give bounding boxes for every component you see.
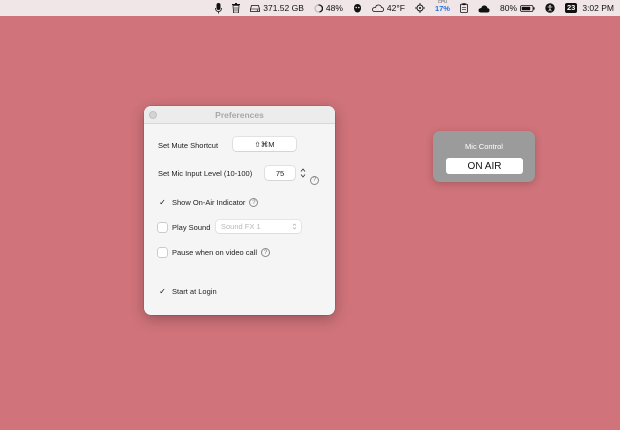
mute-shortcut-field[interactable]: ⇧⌘M	[233, 137, 296, 151]
show-onair-label: Show On-Air Indicator	[172, 198, 246, 207]
clipboard-icon[interactable]	[460, 0, 468, 16]
close-window-button[interactable]	[149, 111, 157, 119]
chevron-updown-icon	[292, 222, 297, 233]
accessibility-icon[interactable]	[545, 0, 555, 16]
mic-level-stepper[interactable]	[299, 166, 307, 180]
cpu-value: 17%	[434, 3, 450, 13]
battery-ring-status[interactable]: 48%	[314, 0, 343, 16]
clock-text: 3:02 PM	[582, 3, 614, 13]
on-air-button[interactable]: ON AIR	[446, 158, 523, 174]
show-onair-row[interactable]: ✓ Show On-Air Indicator ?	[158, 198, 259, 207]
pause-video-row[interactable]: Pause when on video call ?	[158, 248, 271, 257]
battery-icon	[520, 4, 535, 12]
cpu-status[interactable]: CPU 17%	[435, 0, 450, 16]
app-status-icon[interactable]	[353, 0, 362, 16]
play-sound-label: Play Sound	[172, 223, 211, 232]
start-login-checkbox[interactable]: ✓	[158, 287, 167, 296]
play-sound-checkbox[interactable]	[158, 223, 167, 232]
date-badge: 23	[565, 3, 578, 13]
disk-free-text: 371.52 GB	[263, 3, 304, 13]
mic-control-panel: Mic Control ON AIR	[433, 131, 535, 182]
start-login-label: Start at Login	[172, 287, 217, 296]
battery-ring-text: 48%	[325, 3, 343, 13]
location-crosshair-icon[interactable]	[414, 0, 425, 16]
hard-drive-icon	[250, 4, 261, 12]
mute-shortcut-row: Set Mute Shortcut	[158, 141, 218, 150]
battery-text: 80%	[499, 3, 517, 13]
date-time[interactable]: 23 3:02 PM	[565, 0, 614, 16]
weather-status[interactable]: 42°F	[372, 0, 405, 16]
mic-control-title: Mic Control	[465, 142, 503, 151]
sound-select[interactable]: Sound FX 1	[216, 220, 301, 233]
preferences-window: Preferences Set Mute Shortcut ⇧⌘M Set Mi…	[144, 106, 335, 315]
temperature-text: 42°F	[386, 3, 405, 13]
menu-bar: 371.52 GB 48% 42°F CPU 17% 80% 23 3:02 P…	[0, 0, 620, 16]
battery-status[interactable]: 80%	[500, 0, 535, 16]
pause-video-help-icon[interactable]: ?	[261, 248, 271, 257]
cloud-icon	[372, 4, 384, 12]
sound-select-value: Sound FX 1	[221, 222, 261, 231]
show-onair-help-icon[interactable]: ?	[249, 198, 259, 207]
mic-level-label: Set Mic Input Level (10-100)	[158, 169, 253, 178]
mute-shortcut-label: Set Mute Shortcut	[158, 141, 219, 150]
help-icon: ?	[310, 175, 319, 185]
progress-ring-icon	[314, 3, 323, 13]
disk-status[interactable]: 371.52 GB	[250, 0, 304, 16]
cloud-sync-icon[interactable]	[478, 0, 490, 16]
pause-video-label: Pause when on video call	[172, 248, 258, 257]
mic-level-help-button[interactable]: ?	[310, 168, 319, 186]
show-onair-checkbox[interactable]: ✓	[158, 198, 167, 207]
window-title: Preferences	[215, 109, 264, 120]
microphone-icon[interactable]	[215, 0, 223, 16]
pause-video-checkbox[interactable]	[158, 248, 167, 257]
window-titlebar[interactable]: Preferences	[144, 106, 335, 124]
play-sound-row[interactable]: Play Sound	[158, 223, 210, 232]
start-login-row[interactable]: ✓ Start at Login	[158, 287, 217, 296]
mic-level-row: Set Mic Input Level (10-100)	[158, 169, 252, 178]
mic-level-input[interactable]: 75	[265, 166, 295, 180]
trash-icon[interactable]	[232, 0, 241, 16]
